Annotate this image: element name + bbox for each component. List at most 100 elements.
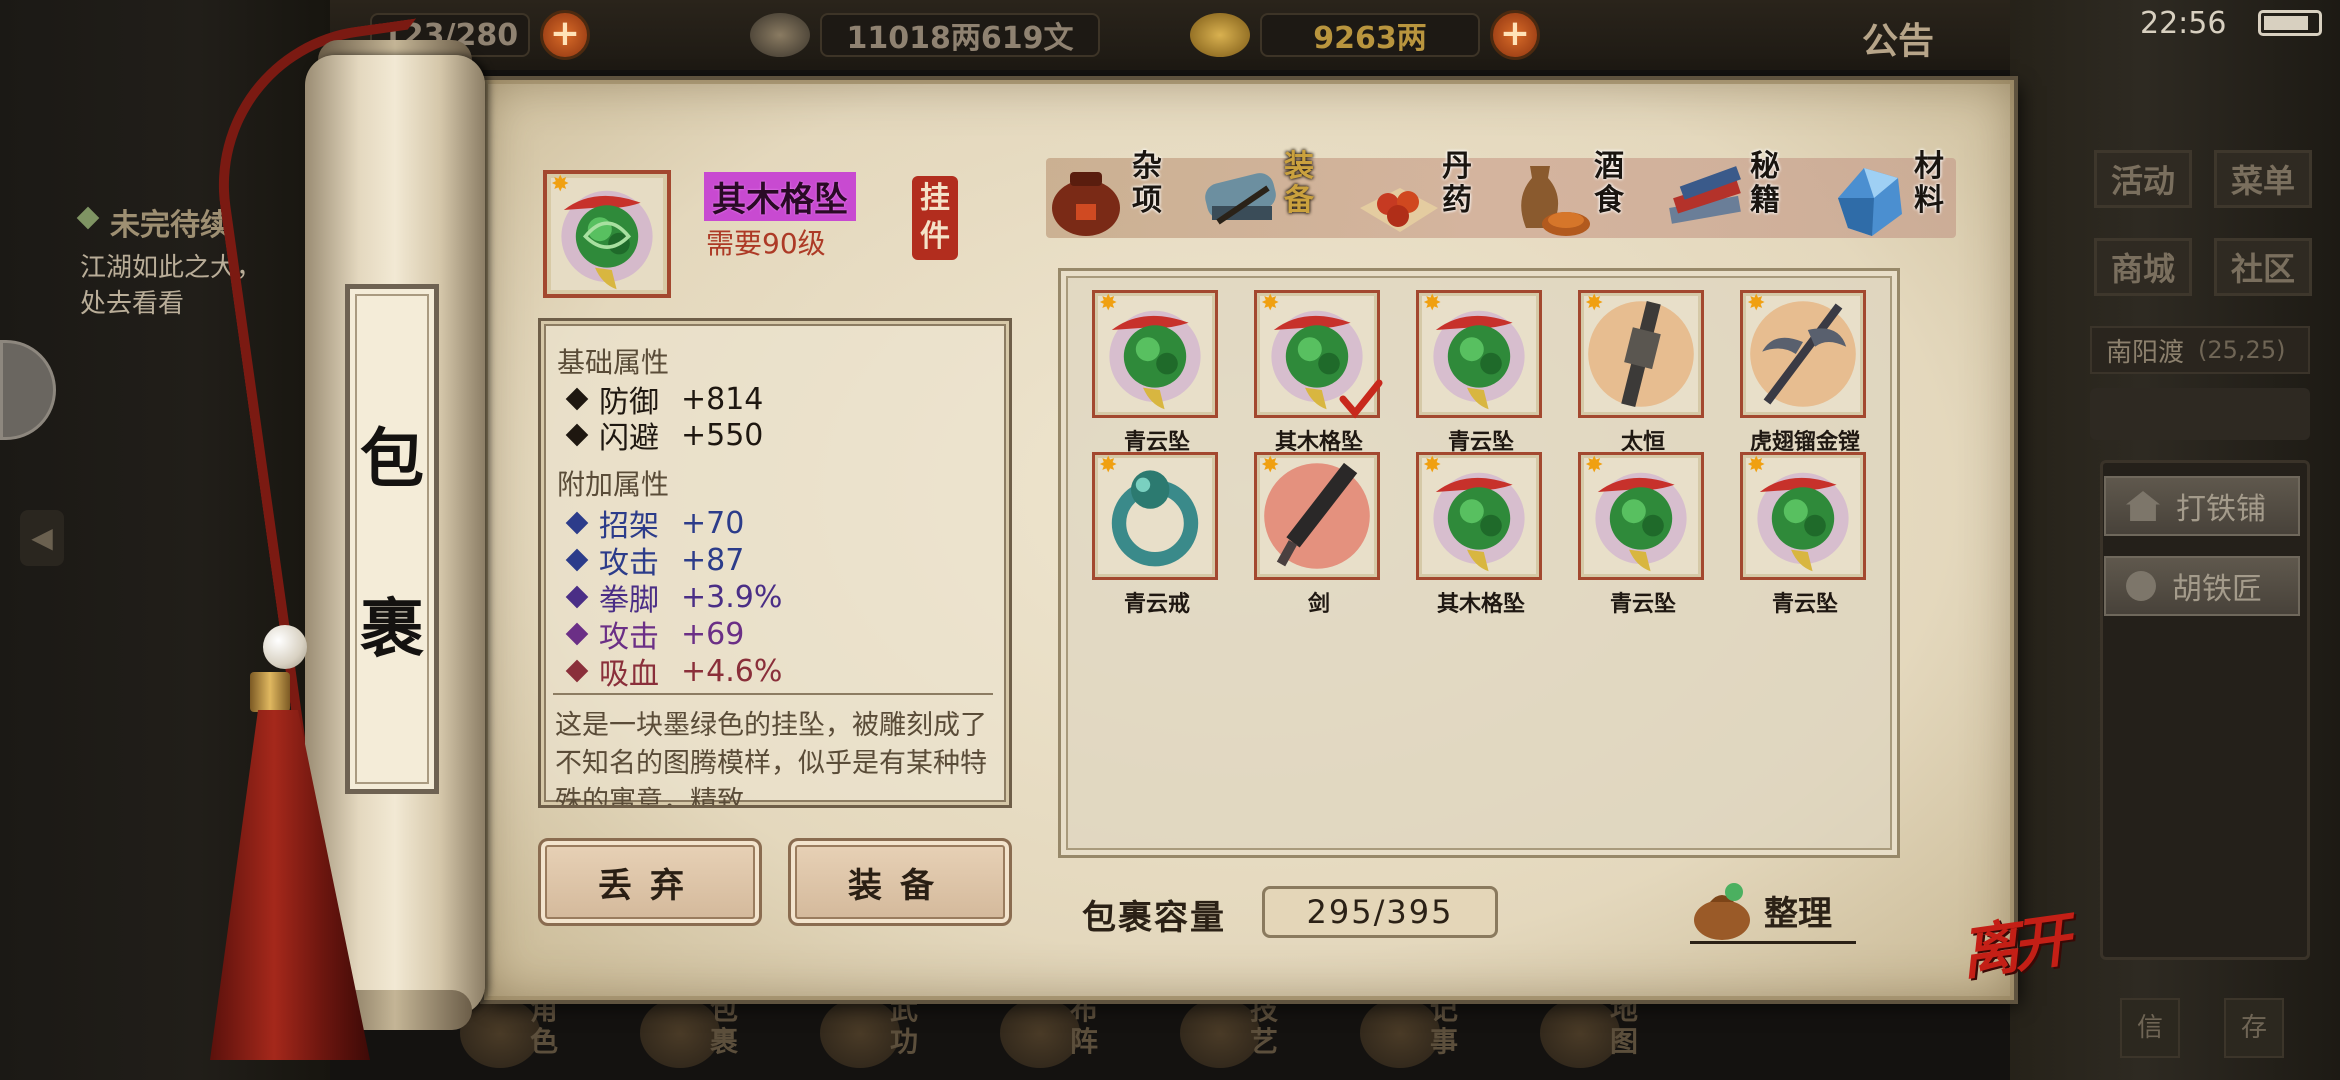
equipment-bundle-icon	[1205, 173, 1276, 225]
nav-label: 技艺	[1250, 993, 1279, 1058]
tab-label: 丹药	[1442, 149, 1472, 218]
gold-value: 9263两	[1260, 13, 1480, 57]
save-button[interactable]: 存	[2224, 998, 2284, 1058]
stat-value: +814	[681, 381, 764, 417]
green-jade-pendant-icon	[1433, 472, 1525, 572]
silver-resource: 11018两619文	[750, 10, 1100, 60]
inventory-item-name: 青云戒	[1123, 592, 1190, 617]
halberd-weapon-icon	[1750, 301, 1856, 407]
quest-title[interactable]: 未完待续	[110, 200, 230, 244]
inventory-slot[interactable]: ✸	[1740, 452, 1866, 580]
diamond-bullet-icon	[565, 585, 589, 609]
npc-smith-hu[interactable]: 胡铁匠	[2104, 556, 2300, 616]
nav-label: 武功	[890, 993, 919, 1058]
item-type-label: 挂件	[920, 181, 950, 254]
inventory-item-name: 其木格坠	[1436, 592, 1525, 617]
green-jade-pendant-icon	[1757, 472, 1849, 572]
book-icon	[820, 998, 900, 1068]
mail-button[interactable]: 信	[2120, 998, 2180, 1058]
wine-food-icon	[1521, 166, 1590, 236]
green-jade-pendant-icon	[1433, 310, 1525, 410]
bag-title-char: 裹	[360, 592, 424, 667]
leave-button[interactable]: 离开	[1955, 893, 2070, 991]
tassel-bead	[263, 625, 307, 669]
bottom-nav: 角色 包裹 武功 布阵 技艺 记事 地图	[420, 986, 1920, 1080]
jade-ring-icon	[1111, 470, 1199, 567]
stat-value: +3.9%	[681, 579, 783, 615]
inventory-slot[interactable]: ✸	[1416, 452, 1542, 580]
person-icon	[2126, 571, 2156, 601]
green-jade-pendant-icon	[1595, 472, 1687, 572]
inventory-slot[interactable]: ✸	[1092, 452, 1218, 580]
bag-title: 包 裹	[345, 284, 439, 794]
nav-label: 布阵	[1070, 993, 1099, 1058]
stat-value: +70	[681, 505, 745, 541]
stat-value: +87	[681, 542, 745, 578]
sword-icon	[1264, 462, 1370, 569]
location-name: 南阳渡	[2106, 337, 2185, 368]
selected-item-slot[interactable]: ✸	[543, 170, 671, 298]
house-icon	[2126, 491, 2160, 521]
tab-label: 装备	[1284, 149, 1314, 218]
inventory-slot[interactable]: ✸	[1092, 290, 1218, 418]
shop-button[interactable]: 商城	[2094, 238, 2192, 296]
sort-button[interactable]: 整理	[1690, 880, 1856, 944]
inventory-slot[interactable]: ✸	[1740, 290, 1866, 418]
inventory-item-name: 青云坠	[1609, 592, 1676, 617]
npc-blacksmith-shop[interactable]: 打铁铺	[2104, 476, 2300, 536]
clock: 22:56	[2140, 6, 2227, 41]
equip-button[interactable]: 装备	[788, 838, 1012, 926]
nav-label: 地图	[1610, 993, 1639, 1058]
day-time-bar	[2090, 388, 2310, 440]
diamond-bullet-icon	[565, 659, 589, 683]
diamond-bullet-icon	[565, 423, 589, 447]
top-resource-bar: 123/280 + 11018两619文 9263两 +	[330, 0, 2010, 70]
silver-ingot-icon	[750, 13, 810, 57]
silver-value: 11018两619文	[820, 13, 1100, 57]
inventory-slot[interactable]: ✸	[1254, 452, 1380, 580]
community-button[interactable]: 社区	[2214, 238, 2312, 296]
extra-stats-heading: 附加属性	[557, 468, 670, 501]
announcement-button[interactable]: 公告	[1862, 12, 1934, 64]
selected-item-requirement: 需要90级	[706, 227, 826, 260]
activity-button[interactable]: 活动	[2094, 150, 2192, 208]
bagua-icon	[1000, 998, 1080, 1068]
selected-item-name: 其木格坠	[704, 172, 856, 221]
money-bag-icon	[1694, 882, 1750, 940]
inventory-slot[interactable]: ✸	[1578, 290, 1704, 418]
diamond-bullet-icon	[565, 622, 589, 646]
diamond-bullet-icon	[565, 387, 589, 411]
item-type-seal: 挂件	[912, 176, 958, 260]
battery-icon	[2258, 10, 2322, 36]
map-icon	[1540, 998, 1620, 1068]
menu-button[interactable]: 菜单	[2214, 150, 2312, 208]
tab-label: 材料	[1914, 149, 1944, 218]
stat-value: +4.6%	[681, 653, 783, 689]
scroll-icon	[1360, 998, 1440, 1068]
pills-icon	[1360, 188, 1438, 232]
bag-icon	[640, 998, 720, 1068]
discard-button[interactable]: 丢弃	[538, 838, 762, 926]
inventory-slot[interactable]: ✸	[1578, 452, 1704, 580]
nav-label: 记事	[1430, 993, 1459, 1058]
staff-weapon-icon	[1588, 301, 1694, 407]
tassel-ring	[250, 672, 290, 712]
collapse-arrow-icon[interactable]: ◀	[20, 510, 64, 566]
location-display: 南阳渡 (25,25)	[2090, 326, 2310, 374]
diamond-bullet-icon	[565, 548, 589, 572]
bag-title-char: 包	[360, 422, 424, 497]
add-gold-button[interactable]: +	[1490, 10, 1540, 60]
inventory-slot[interactable]: ✸	[1254, 290, 1383, 419]
base-stat-row: 闪避 +550	[565, 413, 763, 457]
gold-ingot-icon	[1190, 13, 1250, 57]
stat-value: +69	[681, 616, 745, 652]
books-icon	[1669, 166, 1741, 224]
add-stamina-button[interactable]: +	[540, 10, 590, 60]
inventory-slot[interactable]: ✸	[1416, 290, 1542, 418]
npc-label: 打铁铺	[2176, 492, 2266, 527]
diamond-bullet-icon	[565, 511, 589, 535]
tab-label: 酒食	[1594, 149, 1624, 218]
green-jade-pendant-icon	[1109, 310, 1201, 410]
item-description[interactable]: 这是一块墨绿色的挂坠，被雕刻成了不知名的图腾模样，似乎是有某种特殊的寓意，精致	[555, 707, 1001, 805]
divider	[553, 693, 993, 695]
